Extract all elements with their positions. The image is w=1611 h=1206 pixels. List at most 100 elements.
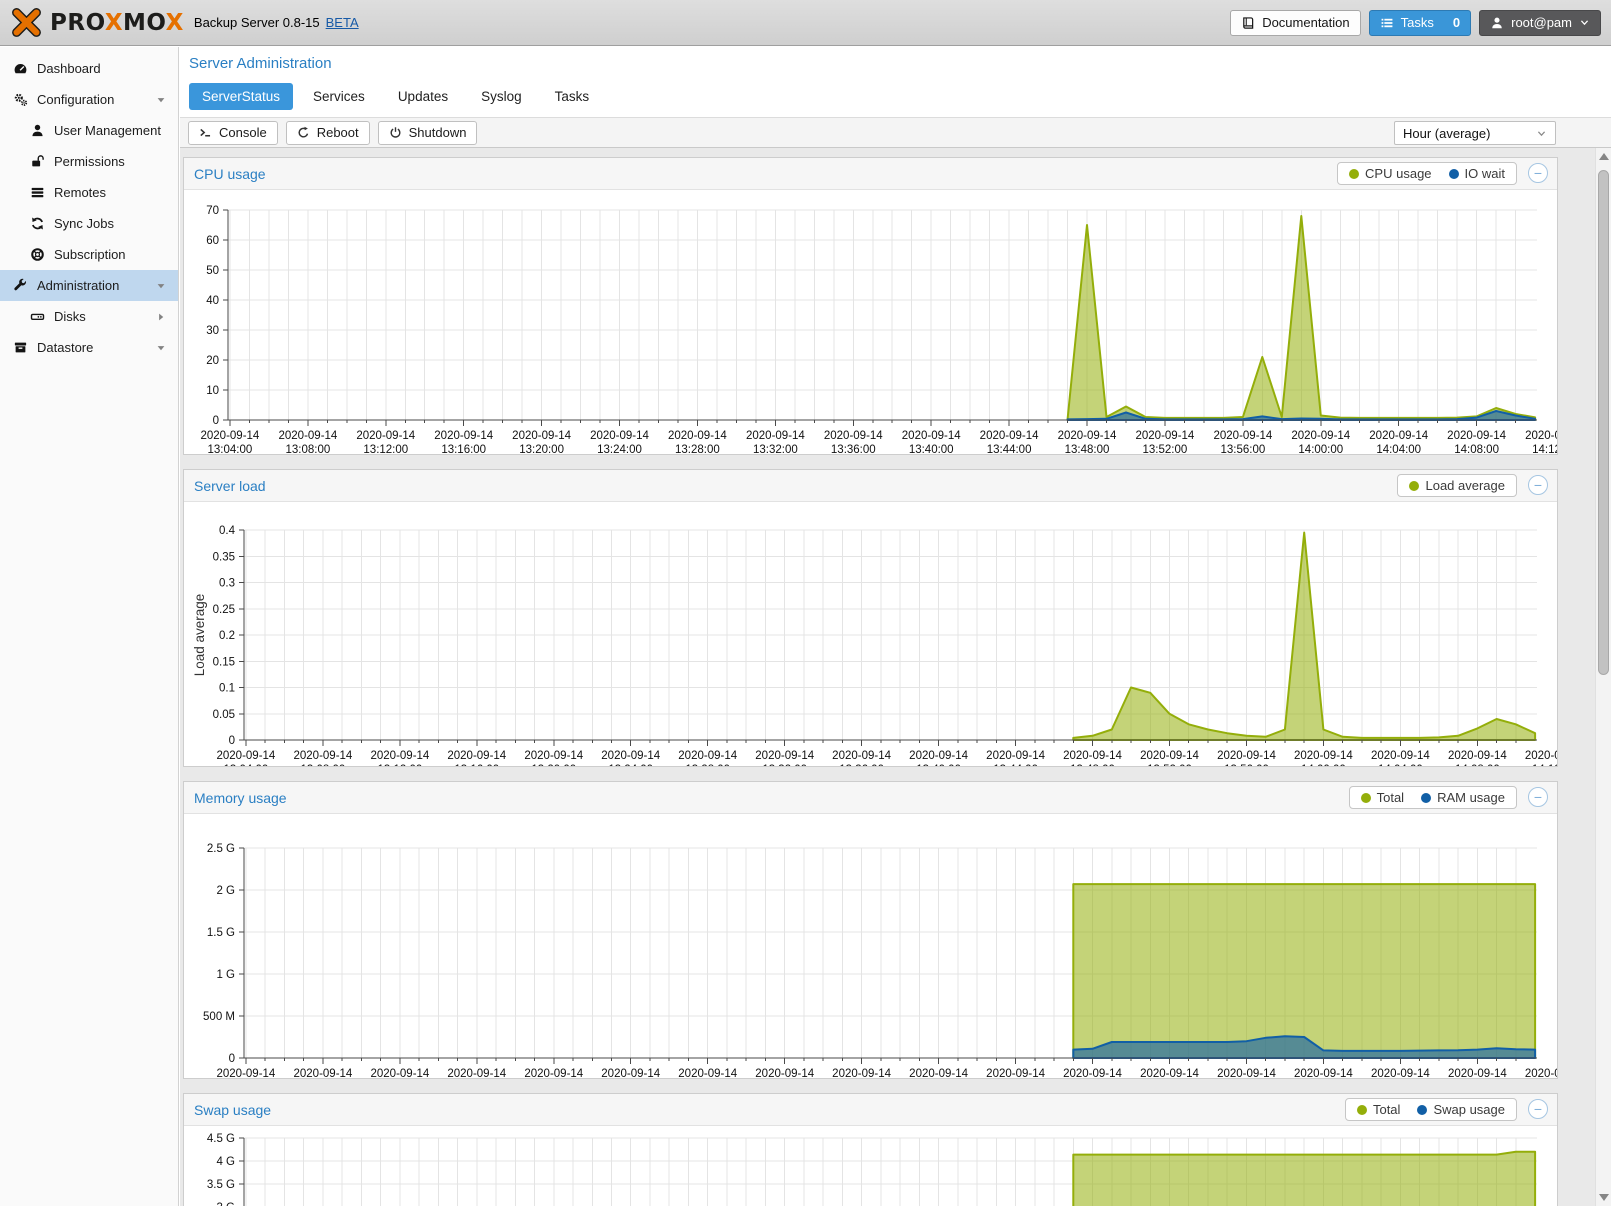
svg-text:1 G: 1 G — [216, 969, 235, 981]
svg-text:1.5 G: 1.5 G — [207, 927, 235, 939]
sidebar-item-administration[interactable]: Administration — [0, 270, 178, 301]
shutdown-button[interactable]: Shutdown — [378, 121, 478, 145]
svg-text:2020-09-14: 2020-09-14 — [601, 1068, 660, 1078]
scroll-thumb[interactable] — [1598, 170, 1609, 675]
svg-text:60: 60 — [206, 235, 219, 247]
collapse-panel-button[interactable]: − — [1528, 1099, 1548, 1119]
svg-text:2020-09-14: 2020-09-14 — [1135, 430, 1194, 442]
chart-legend: Total RAM usage — [1349, 786, 1517, 809]
panel-header: Server loadLoad average− — [184, 470, 1557, 502]
legend-label: Load average — [1425, 478, 1505, 493]
book-icon — [1241, 16, 1255, 30]
svg-text:2020-09-14: 2020-09-14 — [678, 750, 737, 762]
chart-legend: TotalSwap usage — [1345, 1098, 1517, 1121]
legend-entry: Load average — [1409, 478, 1505, 493]
tab-updates[interactable]: Updates — [385, 83, 461, 110]
sidebar-item-datastore[interactable]: Datastore — [0, 332, 178, 363]
svg-text:2020-09-14: 2020-09-14 — [524, 750, 583, 762]
svg-text:2020-09-14: 2020-09-14 — [1448, 1068, 1507, 1078]
svg-text:2020-09-14: 2020-09-14 — [755, 1068, 814, 1078]
tab-tasks[interactable]: Tasks — [542, 83, 603, 110]
svg-text:2020-09-14: 2020-09-14 — [524, 1068, 583, 1078]
svg-text:2020-09-14: 2020-09-14 — [370, 750, 429, 762]
remotes-icon — [30, 185, 45, 200]
svg-text:13:36:00: 13:36:00 — [839, 764, 884, 766]
sidebar-item-sync-jobs[interactable]: Sync Jobs — [0, 208, 178, 239]
svg-text:2020-09-14: 2020-09-14 — [216, 750, 275, 762]
svg-text:14:08:00: 14:08:00 — [1455, 764, 1500, 766]
chart-body: 00.050.10.150.20.250.30.350.42020-09-141… — [184, 502, 1557, 766]
svg-text:13:24:00: 13:24:00 — [608, 764, 653, 766]
expand-down-icon[interactable] — [155, 342, 167, 354]
tab-services[interactable]: Services — [300, 83, 378, 110]
sidebar-item-dashboard[interactable]: Dashboard — [0, 53, 178, 84]
vertical-scrollbar[interactable] — [1595, 148, 1611, 1206]
proxmox-logo-icon — [10, 6, 43, 39]
hdd-icon — [30, 309, 45, 324]
svg-text:2020-09-14: 2020-09-14 — [590, 430, 649, 442]
svg-text:13:08:00: 13:08:00 — [286, 444, 331, 454]
load-chart: 00.050.10.150.20.250.30.350.42020-09-141… — [184, 502, 1557, 766]
sidebar-item-disks[interactable]: Disks — [0, 301, 178, 332]
sync-icon — [30, 216, 45, 231]
svg-text:13:20:00: 13:20:00 — [531, 764, 576, 766]
svg-text:13:40:00: 13:40:00 — [909, 444, 954, 454]
svg-text:13:32:00: 13:32:00 — [762, 764, 807, 766]
chart-legend: Load average — [1397, 474, 1517, 497]
timeframe-select[interactable]: Hour (average) — [1394, 121, 1556, 145]
documentation-button[interactable]: Documentation — [1230, 10, 1360, 36]
page-title: Server Administration — [189, 55, 332, 72]
timeframe-value: Hour (average) — [1403, 126, 1490, 141]
support-icon — [30, 247, 45, 262]
sidebar-item-configuration[interactable]: Configuration — [0, 84, 178, 115]
panel-header: Swap usageTotalSwap usage− — [184, 1094, 1557, 1126]
user-menu-button[interactable]: root@pam — [1479, 10, 1601, 36]
svg-text:2020-09-14: 2020-09-14 — [1217, 1068, 1276, 1078]
sidebar-item-remotes[interactable]: Remotes — [0, 177, 178, 208]
svg-text:2020-09-14: 2020-09-14 — [1217, 750, 1276, 762]
chart-body: 0500 M1 G1.5 G2 G2.5 G2020-09-1413:04:00… — [184, 814, 1557, 1078]
shutdown-label: Shutdown — [409, 125, 467, 140]
collapse-panel-button[interactable]: − — [1528, 787, 1548, 807]
wrench-icon — [13, 278, 28, 293]
svg-text:50: 50 — [206, 265, 219, 277]
svg-text:0.05: 0.05 — [213, 709, 235, 721]
svg-text:13:04:00: 13:04:00 — [208, 444, 253, 454]
svg-text:2020-09-14: 2020-09-14 — [1063, 1068, 1122, 1078]
tab-syslog[interactable]: Syslog — [468, 83, 535, 110]
svg-text:13:44:00: 13:44:00 — [993, 764, 1038, 766]
svg-text:2020-09-14: 2020-09-14 — [370, 1068, 429, 1078]
svg-text:2020-09-14: 2020-09-14 — [1525, 1068, 1557, 1078]
sidebar-item-subscription[interactable]: Subscription — [0, 239, 178, 270]
scroll-up-arrow[interactable] — [1599, 153, 1609, 160]
svg-text:2020-09-14: 2020-09-14 — [832, 750, 891, 762]
svg-text:2020-09-14: 2020-09-14 — [1140, 1068, 1199, 1078]
expand-down-icon[interactable] — [155, 280, 167, 292]
svg-text:2020-09-14: 2020-09-14 — [1448, 750, 1507, 762]
svg-text:0.2: 0.2 — [219, 630, 235, 642]
expand-right-icon[interactable] — [155, 311, 167, 323]
svg-text:13:44:00: 13:44:00 — [987, 444, 1032, 454]
console-button[interactable]: Console — [188, 121, 278, 145]
svg-text:2020-09-14: 2020-09-14 — [902, 430, 961, 442]
sidebar-item-user-management[interactable]: User Management — [0, 115, 178, 146]
sidebar-item-label: Configuration — [37, 92, 114, 107]
archive-icon — [13, 340, 28, 355]
collapse-panel-button[interactable]: − — [1528, 163, 1548, 183]
scroll-down-arrow[interactable] — [1599, 1194, 1609, 1201]
legend-entry: RAM usage — [1421, 790, 1505, 805]
svg-text:13:52:00: 13:52:00 — [1143, 444, 1188, 454]
legend-dot — [1349, 169, 1359, 179]
tab-serverstatus[interactable]: ServerStatus — [189, 83, 293, 110]
expand-down-icon[interactable] — [155, 94, 167, 106]
svg-text:2020-09-14: 2020-09-14 — [1213, 430, 1272, 442]
reboot-button[interactable]: Reboot — [286, 121, 370, 145]
top-header: PROXMOX Backup Server 0.8-15 BETA Docume… — [0, 0, 1611, 46]
sidebar-item-permissions[interactable]: Permissions — [0, 146, 178, 177]
beta-link[interactable]: BETA — [326, 15, 359, 30]
svg-text:2020-09-14: 2020-09-14 — [1058, 430, 1117, 442]
collapse-panel-button[interactable]: − — [1528, 475, 1548, 495]
tasks-button[interactable]: Tasks 0 — [1369, 10, 1471, 36]
panel-swap: Swap usageTotalSwap usage−0500 M1 G1.5 G… — [183, 1093, 1558, 1206]
legend-label: Total — [1377, 790, 1404, 805]
